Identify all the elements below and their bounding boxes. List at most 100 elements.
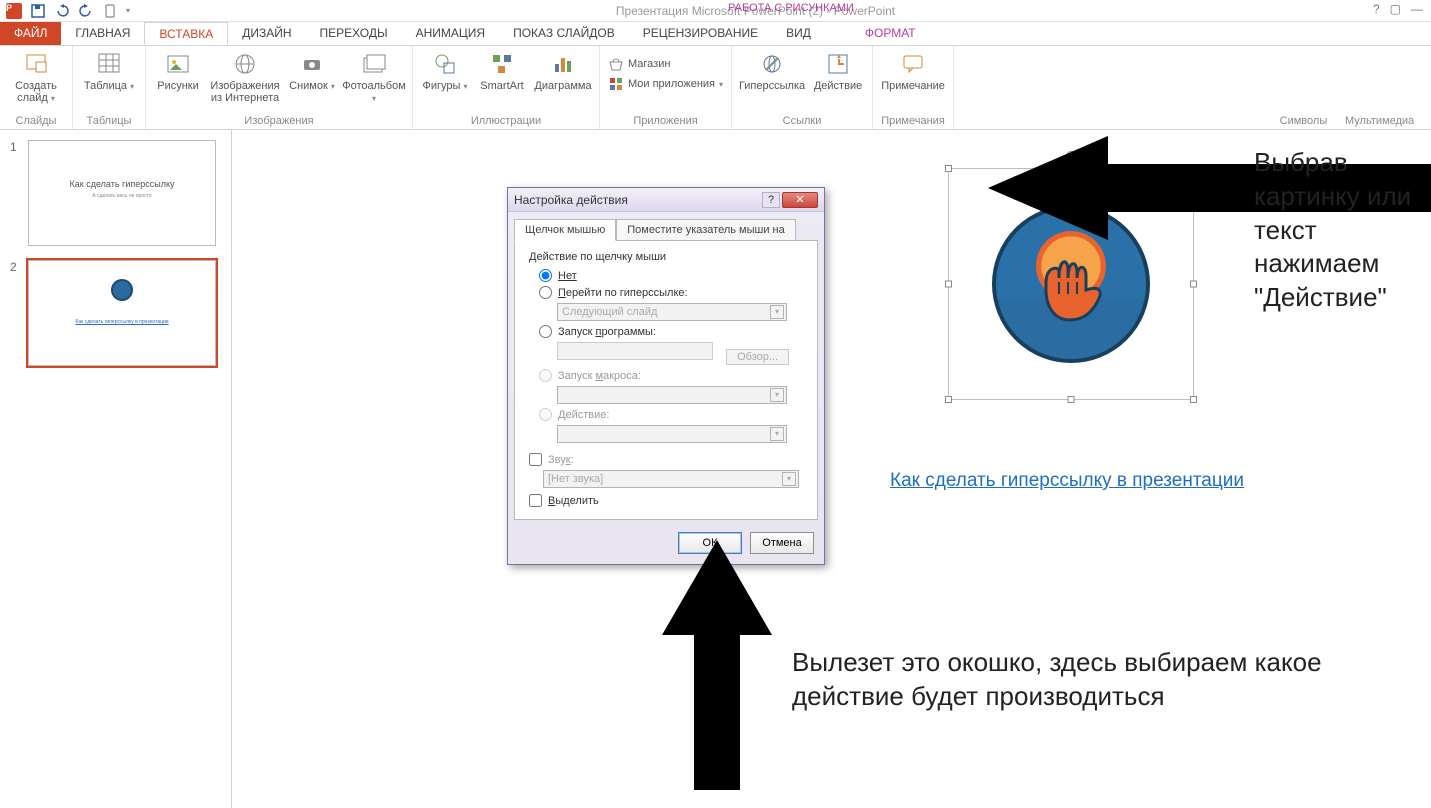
title-bar: P ▾ Презентация Microsoft PowerPoint (2)… (0, 0, 1431, 22)
hyperlink-button[interactable]: Гиперссылка (740, 50, 804, 92)
action-button[interactable]: Действие (812, 50, 864, 92)
chevron-down-icon: ▾ (782, 472, 796, 486)
cancel-button[interactable]: Отмена (750, 532, 814, 554)
sound-combo: [Нет звука]▾ (543, 470, 799, 488)
ribbon-display-icon[interactable]: ▢ (1390, 2, 1401, 16)
tab-file[interactable]: ФАЙЛ (0, 22, 61, 45)
dialog-help-button[interactable]: ? (762, 192, 780, 208)
help-icon[interactable]: ? (1373, 2, 1380, 16)
table-button[interactable]: Таблица ▾ (81, 50, 137, 92)
dialog-title: Настройка действия (514, 193, 628, 207)
chevron-down-icon[interactable]: ▾ (770, 305, 784, 319)
tab-animation[interactable]: АНИМАЦИЯ (402, 22, 499, 45)
tab-design[interactable]: ДИЗАЙН (228, 22, 305, 45)
tab-insert[interactable]: ВСТАВКА (144, 22, 228, 45)
thumb-logo-icon (111, 279, 133, 301)
resize-handle[interactable] (945, 396, 952, 403)
action-combo: ▾ (557, 425, 787, 443)
hyperlink-icon (758, 50, 786, 78)
smartart-button[interactable]: SmartArt (477, 50, 527, 92)
tab-review[interactable]: РЕЦЕНЗИРОВАНИЕ (629, 22, 772, 45)
tab-format[interactable]: ФОРМАТ (845, 22, 936, 45)
minimize-icon[interactable]: — (1411, 2, 1423, 16)
resize-handle[interactable] (1068, 165, 1075, 172)
sound-checkbox[interactable] (529, 453, 542, 466)
my-apps-button[interactable]: Мои приложения ▾ (608, 76, 723, 92)
workspace: 1 Как сделать гиперссылку А сделать весь… (0, 130, 1431, 808)
screenshot-icon (298, 50, 326, 78)
radio-macro-row: Запуск макроса: (539, 369, 803, 382)
thumbnail-2[interactable]: 2 Как сделать гиперссылку в презентации (10, 260, 221, 366)
radio-hyperlink-row[interactable]: Перейти по гиперссылке: (539, 286, 803, 299)
group-illustrations: Фигуры ▾ SmartArt Диаграмма Иллюстрации (413, 46, 600, 129)
tab-view[interactable]: ВИД (772, 22, 825, 45)
ribbon: Создать слайд ▾ Слайды Таблица ▾ Таблицы… (0, 46, 1431, 130)
radio-none-row[interactable]: Нет (539, 269, 803, 282)
rotate-handle[interactable] (1066, 151, 1076, 161)
slide-hyperlink-text[interactable]: Как сделать гиперссылку в презентации (890, 470, 1244, 492)
my-apps-icon (608, 76, 624, 92)
resize-handle[interactable] (945, 165, 952, 172)
resize-handle[interactable] (1190, 396, 1197, 403)
redo-icon[interactable] (78, 3, 94, 19)
group-slides-label: Слайды (8, 113, 64, 127)
group-comments-label: Примечания (881, 113, 945, 127)
tab-transitions[interactable]: ПЕРЕХОДЫ (306, 22, 402, 45)
undo-icon[interactable] (54, 3, 70, 19)
new-slide-icon (22, 50, 50, 78)
annotation-arrow-up (662, 540, 772, 790)
dialog-titlebar[interactable]: Настройка действия ? ✕ (508, 188, 824, 212)
radio-hyperlink[interactable] (539, 286, 552, 299)
macro-combo: ▾ (557, 386, 787, 404)
resize-handle[interactable] (1068, 396, 1075, 403)
resize-handle[interactable] (1190, 165, 1197, 172)
annotation-text-2: Вылезет это окошко, здесь выбираем какое… (792, 646, 1431, 714)
selected-image[interactable] (948, 168, 1194, 400)
save-icon[interactable] (30, 3, 46, 19)
shaka-logo (992, 205, 1150, 363)
radio-none[interactable] (539, 269, 552, 282)
pictures-button[interactable]: Рисунки (154, 50, 202, 92)
powerpoint-icon: P (6, 3, 22, 19)
resize-handle[interactable] (945, 281, 952, 288)
dialog-body: Действие по щелчку мыши Нет Перейти по г… (514, 240, 818, 520)
dialog-tab-hover[interactable]: Поместите указатель мыши на (616, 219, 796, 241)
dialog-tabs: Щелчок мышью Поместите указатель мыши на (508, 212, 824, 240)
touch-mode-icon[interactable] (102, 3, 118, 19)
photo-album-button[interactable]: Фотоальбом ▾ (344, 50, 404, 104)
highlight-checkbox[interactable] (529, 494, 542, 507)
store-icon (608, 56, 624, 72)
chart-button[interactable]: Диаграмма (535, 50, 591, 92)
radio-action-row: Действие: (539, 408, 803, 421)
online-pictures-button[interactable]: Изображения из Интернета (210, 50, 280, 104)
dialog-close-button[interactable]: ✕ (782, 192, 818, 208)
screenshot-button[interactable]: Снимок ▾ (288, 50, 336, 92)
group-tables-label: Таблицы (81, 113, 137, 127)
radio-run-row[interactable]: Запуск программы: (539, 325, 803, 338)
chevron-down-icon: ▾ (770, 388, 784, 402)
thumbnail-1[interactable]: 1 Как сделать гиперссылку А сделать весь… (10, 140, 221, 246)
highlight-check-row[interactable]: Выделить (529, 494, 803, 507)
radio-run-program[interactable] (539, 325, 552, 338)
comment-button[interactable]: Примечание (881, 50, 945, 92)
slide-canvas[interactable]: Как сделать гиперссылку в презентации На… (232, 130, 1431, 808)
group-images-label: Изображения (154, 113, 404, 127)
tab-slideshow[interactable]: ПОКАЗ СЛАЙДОВ (499, 22, 629, 45)
sound-check-row[interactable]: Звук: (529, 453, 803, 466)
new-slide-button[interactable]: Создать слайд ▾ (8, 50, 64, 104)
resize-handle[interactable] (1190, 281, 1197, 288)
shapes-button[interactable]: Фигуры ▾ (421, 50, 469, 92)
smartart-icon (488, 50, 516, 78)
radio-macro (539, 369, 552, 382)
dialog-buttons: ОК Отмена (508, 526, 824, 564)
group-illustrations-label: Иллюстрации (421, 113, 591, 127)
ok-button[interactable]: ОК (678, 532, 742, 554)
group-links: Гиперссылка Действие Ссылки (732, 46, 873, 129)
hyperlink-combo[interactable]: Следующий слайд▾ (557, 303, 787, 321)
picture-tools-label: РАБОТА С РИСУНКАМИ (720, 0, 862, 16)
group-media-label: Мультимедиа (1345, 115, 1414, 127)
comment-icon (899, 50, 927, 78)
store-button[interactable]: Магазин (608, 56, 723, 72)
dialog-tab-click[interactable]: Щелчок мышью (514, 219, 616, 241)
tab-home[interactable]: ГЛАВНАЯ (61, 22, 144, 45)
